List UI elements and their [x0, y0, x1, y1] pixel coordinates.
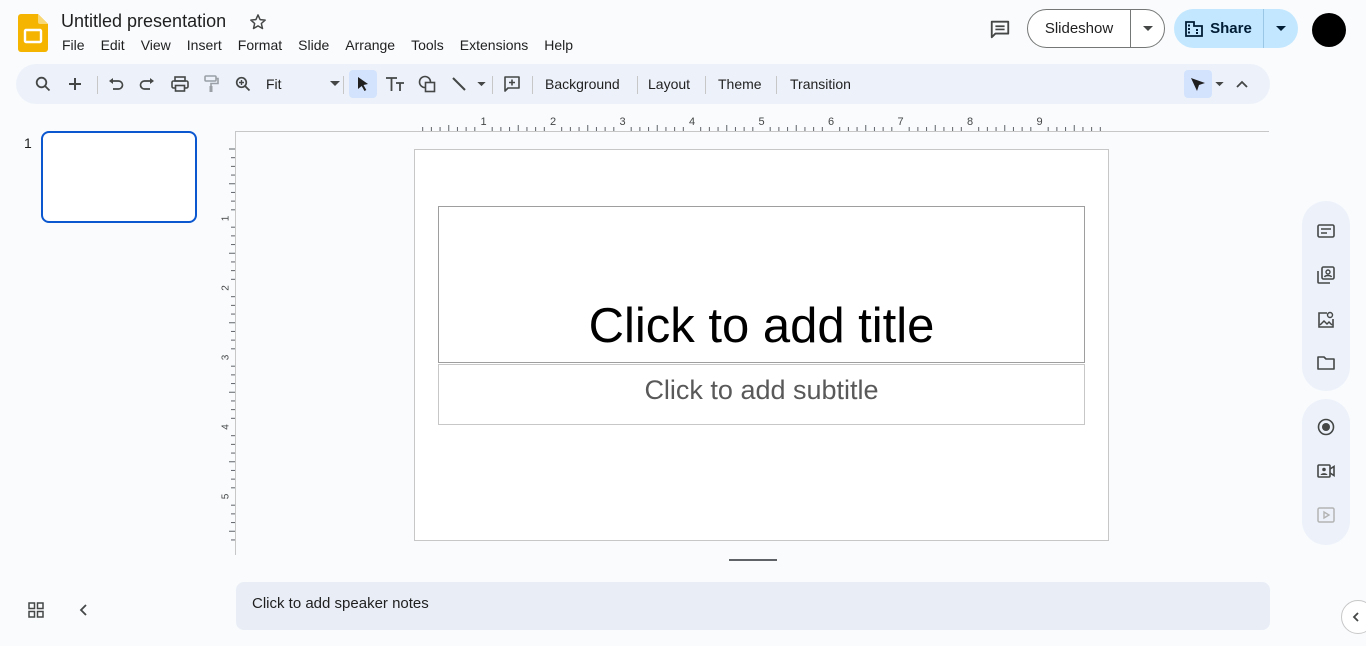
speaker-notes-icon[interactable] — [1315, 220, 1337, 242]
line-icon[interactable] — [446, 71, 472, 97]
ruler-label: 8 — [967, 116, 973, 128]
layout-button[interactable]: Layout — [648, 75, 690, 93]
menu-insert[interactable]: Insert — [179, 36, 230, 54]
notes-resize-handle[interactable] — [729, 559, 777, 561]
ruler-label: 9 — [1036, 116, 1042, 128]
ruler-label: 1 — [480, 116, 486, 128]
background-button[interactable]: Background — [545, 75, 620, 93]
document-title[interactable]: Untitled presentation — [61, 11, 226, 32]
ruler-label: 4 — [221, 424, 232, 430]
chevron-up-icon[interactable] — [1229, 71, 1255, 97]
slide-number: 1 — [24, 135, 32, 151]
pointer-mode-icon[interactable] — [1184, 70, 1212, 98]
ruler-label: 1 — [221, 215, 232, 221]
ruler-label: 5 — [221, 493, 232, 499]
side-panel-toggle[interactable] — [1341, 600, 1366, 634]
share-button-group: Share — [1174, 9, 1298, 48]
zoom-select[interactable]: Fit — [264, 71, 340, 97]
ruler-label: 2 — [550, 116, 556, 128]
library-icon[interactable] — [1315, 264, 1337, 286]
domain-icon — [1185, 20, 1204, 37]
caret-down-icon — [1214, 81, 1224, 86]
search-menus-icon[interactable] — [30, 71, 56, 97]
menu-extensions[interactable]: Extensions — [452, 36, 536, 54]
title-placeholder-text: Click to add title — [588, 299, 935, 353]
insert-comment-icon[interactable] — [499, 71, 525, 97]
chevron-left-icon[interactable] — [76, 601, 92, 619]
speaker-notes[interactable]: Click to add speaker notes — [236, 582, 1270, 630]
image-library-icon[interactable] — [1315, 309, 1337, 331]
caret-down-icon — [1276, 25, 1286, 31]
menu-edit[interactable]: Edit — [93, 36, 133, 54]
vertical-ruler[interactable]: 1 2 3 4 5 — [218, 131, 236, 555]
menu-bar: File Edit View Insert Format Slide Arran… — [54, 36, 581, 54]
menu-help[interactable]: Help — [536, 36, 581, 54]
record-icon[interactable] — [1315, 416, 1337, 438]
menu-file[interactable]: File — [54, 36, 93, 54]
video-call-icon[interactable] — [1315, 460, 1337, 482]
theme-button[interactable]: Theme — [718, 75, 762, 93]
caret-down-icon — [1142, 25, 1153, 31]
title-placeholder[interactable]: Click to add title — [438, 206, 1085, 363]
subtitle-placeholder-text: Click to add subtitle — [644, 375, 879, 405]
zoom-icon[interactable] — [230, 71, 256, 97]
ruler-label: 3 — [221, 354, 232, 360]
menu-slide[interactable]: Slide — [290, 36, 337, 54]
redo-icon[interactable] — [134, 71, 160, 97]
star-icon[interactable] — [248, 12, 268, 32]
slideshow-dropdown[interactable] — [1131, 10, 1164, 47]
menu-tools[interactable]: Tools — [403, 36, 452, 54]
comment-icon — [990, 20, 1010, 39]
undo-icon[interactable] — [103, 71, 129, 97]
folder-icon[interactable] — [1315, 352, 1337, 374]
chevron-left-icon — [1352, 612, 1359, 622]
slideshow-button-group: Slideshow — [1027, 9, 1165, 48]
share-button[interactable]: Share — [1174, 9, 1264, 48]
transition-button[interactable]: Transition — [790, 75, 851, 93]
ruler-label: 3 — [619, 116, 625, 128]
share-label: Share — [1210, 20, 1252, 37]
ruler-label: 5 — [758, 116, 764, 128]
slide-thumbnail[interactable] — [41, 131, 197, 223]
slides-logo-icon[interactable] — [18, 14, 48, 52]
toolbar: Fit Background Layout Theme Transition — [16, 64, 1270, 104]
new-slide-icon[interactable] — [62, 71, 88, 97]
comments-button[interactable] — [983, 12, 1017, 46]
horizontal-ruler[interactable]: 1 2 3 4 5 6 7 8 9 — [236, 114, 1269, 132]
ruler-label: 6 — [828, 116, 834, 128]
present-icon[interactable] — [1315, 504, 1337, 526]
select-tool-icon[interactable] — [349, 70, 377, 98]
ruler-label: 4 — [689, 116, 695, 128]
zoom-value: Fit — [266, 76, 282, 92]
menu-format[interactable]: Format — [230, 36, 290, 54]
text-box-icon[interactable] — [382, 71, 408, 97]
ruler-label: 2 — [221, 285, 232, 291]
pointer-mode-dropdown[interactable] — [1212, 71, 1226, 97]
grid-view-icon[interactable] — [26, 600, 46, 620]
print-icon[interactable] — [167, 71, 193, 97]
menu-arrange[interactable]: Arrange — [337, 36, 403, 54]
avatar[interactable] — [1312, 13, 1346, 47]
line-dropdown[interactable] — [474, 71, 488, 97]
caret-down-icon — [330, 81, 340, 86]
speaker-notes-placeholder: Click to add speaker notes — [252, 595, 429, 612]
share-dropdown[interactable] — [1264, 9, 1298, 48]
slideshow-button[interactable]: Slideshow — [1028, 10, 1131, 47]
subtitle-placeholder[interactable]: Click to add subtitle — [438, 364, 1085, 425]
ruler-label: 7 — [897, 116, 903, 128]
shape-icon[interactable] — [414, 71, 440, 97]
paint-format-icon[interactable] — [198, 71, 224, 97]
menu-view[interactable]: View — [133, 36, 179, 54]
caret-down-icon — [476, 81, 486, 86]
